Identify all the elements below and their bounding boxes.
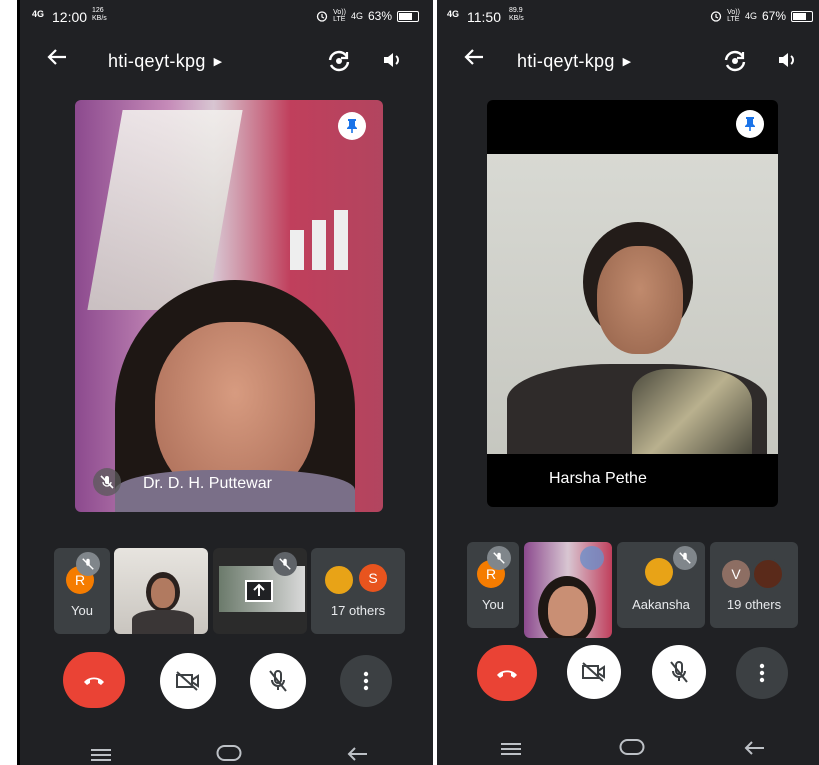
more-options-button[interactable] bbox=[736, 647, 788, 699]
participant-face bbox=[151, 578, 175, 608]
end-call-icon bbox=[497, 670, 517, 678]
system-nav-bar bbox=[437, 732, 819, 759]
back-arrow-icon[interactable] bbox=[46, 46, 68, 75]
mic-off-icon bbox=[487, 546, 511, 570]
participant-label: Aakansha bbox=[632, 597, 690, 612]
participant-label: You bbox=[71, 603, 93, 618]
avatar bbox=[645, 558, 673, 586]
data-speed: 89.9 KB/s bbox=[509, 7, 524, 22]
data-speed: 126 KB/s bbox=[92, 7, 107, 22]
more-vert-icon bbox=[363, 671, 369, 691]
clock: 12:00 bbox=[52, 9, 88, 25]
participant-tile-presentation[interactable] bbox=[213, 548, 307, 634]
menu-icon[interactable] bbox=[500, 742, 522, 761]
participant-tile-others[interactable]: S 17 others bbox=[311, 548, 405, 634]
mic-off-icon bbox=[93, 468, 121, 496]
more-options-button[interactable] bbox=[340, 655, 392, 707]
saree bbox=[632, 369, 752, 454]
participant-label: 19 others bbox=[726, 597, 782, 612]
battery-percent: 63% bbox=[367, 9, 392, 23]
back-arrow-icon[interactable] bbox=[463, 46, 485, 75]
speaker-name: Harsha Pethe bbox=[549, 470, 647, 487]
participant-tile-aakansha[interactable]: Aakansha bbox=[617, 542, 705, 628]
pin-icon[interactable] bbox=[736, 110, 764, 138]
switch-camera-icon[interactable] bbox=[722, 48, 748, 74]
meeting-title[interactable]: hti-qeyt-kpg ▶ bbox=[108, 51, 222, 72]
participant-face bbox=[548, 586, 588, 636]
mic-off-icon bbox=[269, 670, 287, 692]
status-bar: 4G 11:50 89.9 KB/s Vo)) LTE 4G 67% bbox=[437, 0, 819, 34]
home-icon[interactable] bbox=[216, 744, 242, 765]
participant-tile-you[interactable]: R You bbox=[54, 548, 110, 634]
end-call-button[interactable] bbox=[477, 645, 537, 701]
nav-back-icon[interactable] bbox=[346, 746, 368, 765]
home-icon[interactable] bbox=[619, 738, 645, 761]
network-indicator: 4G bbox=[32, 9, 45, 19]
caret-right-icon: ▶ bbox=[622, 56, 632, 68]
middle-border bbox=[433, 0, 437, 765]
more-vert-icon bbox=[759, 663, 765, 683]
end-call-button[interactable] bbox=[63, 652, 125, 708]
network-indicator: 4G bbox=[447, 9, 460, 19]
speaker-name: Dr. D. H. Puttewar bbox=[143, 475, 272, 492]
app-bar: hti-qeyt-kpg ▶ bbox=[437, 40, 819, 84]
phone-screen-right: 4G 11:50 89.9 KB/s Vo)) LTE 4G 67% hti-q… bbox=[437, 0, 819, 765]
mic-off-icon bbox=[273, 552, 297, 576]
nav-back-icon[interactable] bbox=[743, 740, 765, 761]
avatar: V bbox=[722, 560, 750, 588]
mic-off-button[interactable] bbox=[652, 645, 706, 699]
camera-off-button[interactable] bbox=[567, 645, 621, 699]
participant-label: You bbox=[482, 597, 504, 612]
switch-camera-icon[interactable] bbox=[326, 48, 352, 74]
status-bar: 4G 12:00 126 KB/s Vo)) LTE 4G 63% bbox=[20, 0, 433, 34]
network-type: 4G bbox=[744, 11, 757, 21]
menu-icon[interactable] bbox=[90, 748, 112, 765]
camera-off-icon bbox=[176, 671, 199, 691]
participant-tile-video[interactable] bbox=[524, 542, 612, 638]
system-nav-bar bbox=[20, 738, 433, 765]
avatar bbox=[323, 564, 355, 596]
pin-icon[interactable] bbox=[338, 112, 366, 140]
battery-percent: 67% bbox=[761, 9, 786, 23]
alarm-icon bbox=[316, 11, 328, 22]
end-call-icon bbox=[84, 677, 104, 685]
avatar bbox=[752, 558, 784, 590]
camera-off-icon bbox=[582, 662, 605, 682]
battery-icon bbox=[791, 10, 813, 22]
speaker-icon[interactable] bbox=[380, 48, 406, 74]
speaker-icon[interactable] bbox=[775, 48, 801, 74]
main-video-tile[interactable]: Dr. D. H. Puttewar bbox=[75, 100, 383, 512]
camera-off-button[interactable] bbox=[160, 653, 216, 709]
status-right: Vo)) LTE 4G 63% bbox=[316, 9, 419, 23]
participant-label: 17 others bbox=[330, 603, 386, 618]
mic-off-icon bbox=[670, 661, 688, 683]
mic-off-button[interactable] bbox=[250, 653, 306, 709]
network-type: 4G bbox=[350, 11, 363, 21]
battery-icon bbox=[397, 10, 419, 22]
speaker-face bbox=[597, 246, 683, 354]
mic-off-icon bbox=[673, 546, 697, 570]
participant-tile-others[interactable]: V 19 others bbox=[710, 542, 798, 628]
avatar: S bbox=[359, 564, 387, 592]
app-bar: hti-qeyt-kpg ▶ bbox=[20, 40, 433, 84]
mic-off-icon bbox=[76, 552, 100, 576]
caret-right-icon: ▶ bbox=[213, 56, 223, 68]
video-frame bbox=[487, 154, 778, 454]
volte-indicator: Vo)) LTE bbox=[727, 9, 740, 23]
present-screen-icon bbox=[245, 580, 273, 607]
participant-body bbox=[132, 610, 194, 634]
meeting-title[interactable]: hti-qeyt-kpg ▶ bbox=[517, 51, 631, 72]
participant-tile-video[interactable] bbox=[114, 548, 208, 634]
avatar bbox=[580, 546, 604, 570]
volte-indicator: Vo)) LTE bbox=[333, 9, 346, 23]
participant-tile-you[interactable]: R You bbox=[467, 542, 519, 628]
alarm-icon bbox=[710, 11, 722, 22]
clock: 11:50 bbox=[467, 9, 501, 25]
wall-decor bbox=[290, 210, 350, 270]
main-video-tile[interactable]: Harsha Pethe bbox=[487, 100, 778, 507]
phone-screen-left: 4G 12:00 126 KB/s Vo)) LTE 4G 63% hti-qe… bbox=[20, 0, 433, 765]
status-right: Vo)) LTE 4G 67% bbox=[710, 9, 813, 23]
